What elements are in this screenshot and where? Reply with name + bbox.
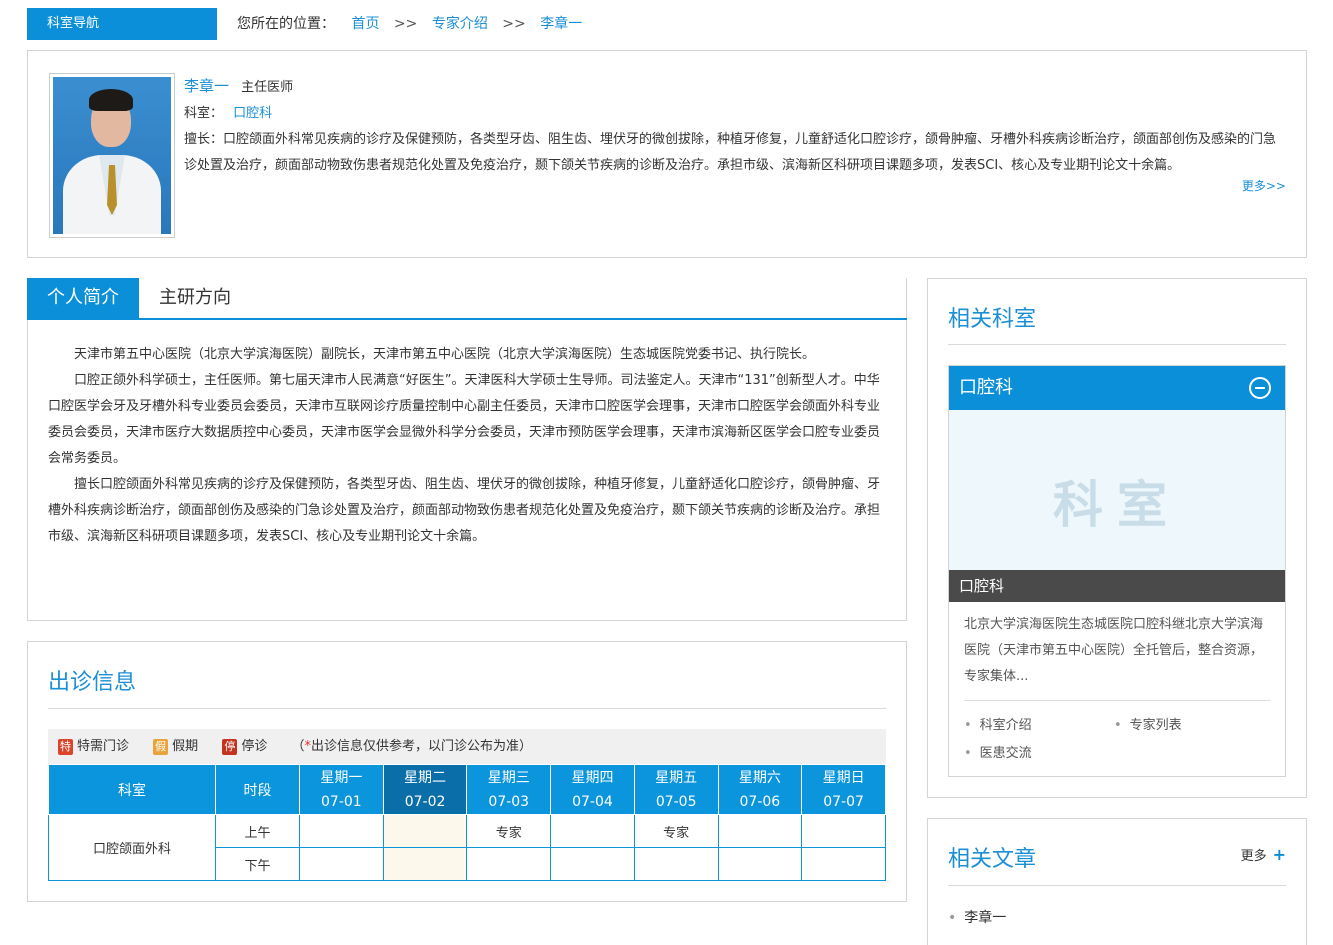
link-patient-exchange[interactable]: 医患交流 bbox=[964, 740, 1114, 768]
collapse-icon[interactable] bbox=[1249, 377, 1271, 399]
related-dept-title: 相关科室 bbox=[948, 307, 1037, 332]
divider bbox=[948, 885, 1286, 886]
doctor-specialty: 擅长：口腔颌面外科常见疾病的诊疗及保健预防，各类型牙齿、阻生齿、埋伏牙的微创拔除… bbox=[184, 127, 1289, 179]
profile-text: 天津市第五中心医院（北京大学滨海医院）副院长，天津市第五中心医院（北京大学滨海医… bbox=[48, 342, 888, 550]
col-day: 星期一 07-01 bbox=[299, 764, 384, 815]
schedule-cell[interactable] bbox=[717, 814, 803, 848]
schedule-cell[interactable] bbox=[299, 814, 384, 848]
profile-paragraph: 天津市第五中心医院（北京大学滨海医院）副院长，天津市第五中心医院（北京大学滨海医… bbox=[74, 347, 816, 362]
schedule-cell[interactable] bbox=[299, 847, 384, 881]
legend-note: （*出诊信息仅供参考，以门诊公布为准） bbox=[291, 739, 532, 754]
col-day: 星期三 07-03 bbox=[466, 764, 552, 815]
related-articles-panel: 相关文章 更多+ 李章一 bbox=[927, 818, 1307, 945]
dept-image[interactable]: 科室 口腔科 bbox=[949, 410, 1285, 602]
divider bbox=[964, 700, 1270, 701]
legend-holiday: 假假期 bbox=[153, 738, 199, 755]
schedule-cell[interactable] bbox=[382, 814, 468, 848]
schedule-cell[interactable] bbox=[382, 847, 468, 881]
dept-header[interactable]: 口腔科 bbox=[949, 366, 1285, 410]
schedule-cell[interactable] bbox=[633, 847, 719, 881]
plus-icon: + bbox=[1272, 845, 1286, 864]
more-articles-button[interactable]: 更多 + bbox=[1241, 845, 1286, 864]
period-afternoon: 下午 bbox=[215, 847, 300, 881]
divider bbox=[948, 344, 1286, 345]
specialty-text: 口腔颌面外科常见疾病的诊疗及保健预防，各类型牙齿、阻生齿、埋伏牙的微创拔除，种植… bbox=[184, 132, 1277, 173]
dept-label: 科室： bbox=[184, 106, 224, 121]
schedule-table: 科室 时段 星期一 07-01 星期二 07-02 星期三 07-03 星期四 07-0… bbox=[48, 764, 886, 881]
related-articles-title: 相关文章 bbox=[948, 847, 1037, 872]
dept-links: 科室介绍专家列表医患交流 bbox=[964, 712, 1272, 768]
doctor-title: 主任医师 bbox=[241, 80, 294, 95]
schedule-panel: 出诊信息 特特需门诊 假假期 停停诊 （*出诊信息仅供参考，以门诊公布为准） 科… bbox=[27, 641, 907, 902]
more-link[interactable]: 更多>> bbox=[1242, 177, 1286, 194]
schedule-cell[interactable] bbox=[550, 814, 635, 848]
schedule-cell[interactable] bbox=[466, 847, 552, 881]
col-day: 星期四 07-04 bbox=[550, 764, 635, 815]
tab-profile[interactable]: 个人简介 bbox=[27, 278, 139, 318]
col-day: 星期六 07-06 bbox=[717, 764, 803, 815]
dept-watermark: 科室 bbox=[1053, 476, 1181, 534]
legend-stop: 停停诊 bbox=[222, 738, 268, 755]
col-dept: 科室 bbox=[48, 764, 216, 815]
dept-nav-tab[interactable]: 科室导航 bbox=[27, 8, 217, 40]
holiday-icon: 假 bbox=[153, 738, 169, 755]
col-period: 时段 bbox=[215, 764, 300, 815]
breadcrumb: 您所在的位置： 首页 >> 专家介绍 >> 李章一 bbox=[237, 8, 582, 40]
schedule-title: 出诊信息 bbox=[48, 670, 137, 695]
legend-special: 特特需门诊 bbox=[58, 738, 130, 755]
special-clinic-icon: 特 bbox=[58, 738, 73, 755]
breadcrumb-experts[interactable]: 专家介绍 bbox=[432, 16, 488, 32]
doctor-card: 李章一 主任医师 科室： 口腔科 擅长：口腔颌面外科常见疾病的诊疗及保健预防，各… bbox=[27, 50, 1307, 258]
doctor-name[interactable]: 李章一 bbox=[184, 77, 229, 95]
schedule-cell[interactable] bbox=[801, 847, 886, 881]
breadcrumb-home[interactable]: 首页 bbox=[351, 16, 379, 32]
doctor-photo bbox=[49, 73, 175, 238]
schedule-cell[interactable]: 专家 bbox=[633, 814, 719, 848]
location-label: 您所在的位置： bbox=[237, 16, 335, 32]
dept-box: 口腔科 科室 口腔科 北京大学滨海医院生态城医院口腔科继北京大学滨海医院（天津市… bbox=[948, 365, 1286, 777]
link-expert-list[interactable]: 专家列表 bbox=[1114, 712, 1264, 740]
link-dept-intro[interactable]: 科室介绍 bbox=[964, 712, 1114, 740]
breadcrumb-sep: >> bbox=[502, 16, 526, 32]
table-row: 口腔颌面外科 上午 专家 专家 bbox=[48, 814, 886, 881]
col-day: 星期五 07-05 bbox=[633, 764, 719, 815]
article-item[interactable]: 李章一 bbox=[948, 907, 1006, 927]
doctor-dept-link[interactable]: 口腔科 bbox=[233, 106, 272, 121]
dept-desc: 北京大学滨海医院生态城医院口腔科继北京大学滨海医院（天津市第五中心医院）全托管后… bbox=[964, 617, 1264, 684]
col-day: 星期日 07-07 bbox=[801, 764, 886, 815]
related-dept-panel: 相关科室 口腔科 科室 口腔科 北京大学滨海医院生态城医院口腔科继北京大学滨海医… bbox=[927, 278, 1307, 798]
divider bbox=[48, 708, 886, 709]
dept-name: 口腔科 bbox=[959, 377, 1013, 398]
profile-tabs: 个人简介 主研方向 bbox=[27, 278, 907, 320]
breadcrumb-sep: >> bbox=[393, 16, 418, 32]
schedule-legend: 特特需门诊 假假期 停停诊 （*出诊信息仅供参考，以门诊公布为准） bbox=[48, 729, 886, 765]
profile-paragraph: 擅长口腔颌面外科常见疾病的诊疗及保健预防，各类型牙齿、阻生齿、埋伏牙的微创拔除，… bbox=[48, 477, 881, 544]
schedule-cell[interactable] bbox=[717, 847, 803, 881]
profile-paragraph: 口腔正颌外科学硕士，主任医师。第七届天津市人民满意“好医生”。天津医科大学硕士生… bbox=[48, 373, 881, 466]
doctor-info: 李章一 主任医师 科室： 口腔科 擅长：口腔颌面外科常见疾病的诊疗及保健预防，各… bbox=[184, 73, 1289, 179]
specialty-label: 擅长： bbox=[184, 132, 224, 147]
schedule-cell[interactable]: 专家 bbox=[466, 814, 552, 848]
breadcrumb-current[interactable]: 李章一 bbox=[540, 16, 582, 32]
schedule-dept: 口腔颌面外科 bbox=[48, 814, 216, 881]
period-morning: 上午 bbox=[215, 814, 300, 848]
tab-research[interactable]: 主研方向 bbox=[157, 278, 233, 318]
schedule-cell[interactable] bbox=[550, 847, 635, 881]
dept-caption: 口腔科 bbox=[949, 570, 1285, 602]
col-day-today: 星期二 07-02 bbox=[382, 764, 468, 815]
stop-clinic-icon: 停 bbox=[222, 738, 238, 755]
schedule-cell[interactable] bbox=[801, 814, 886, 848]
